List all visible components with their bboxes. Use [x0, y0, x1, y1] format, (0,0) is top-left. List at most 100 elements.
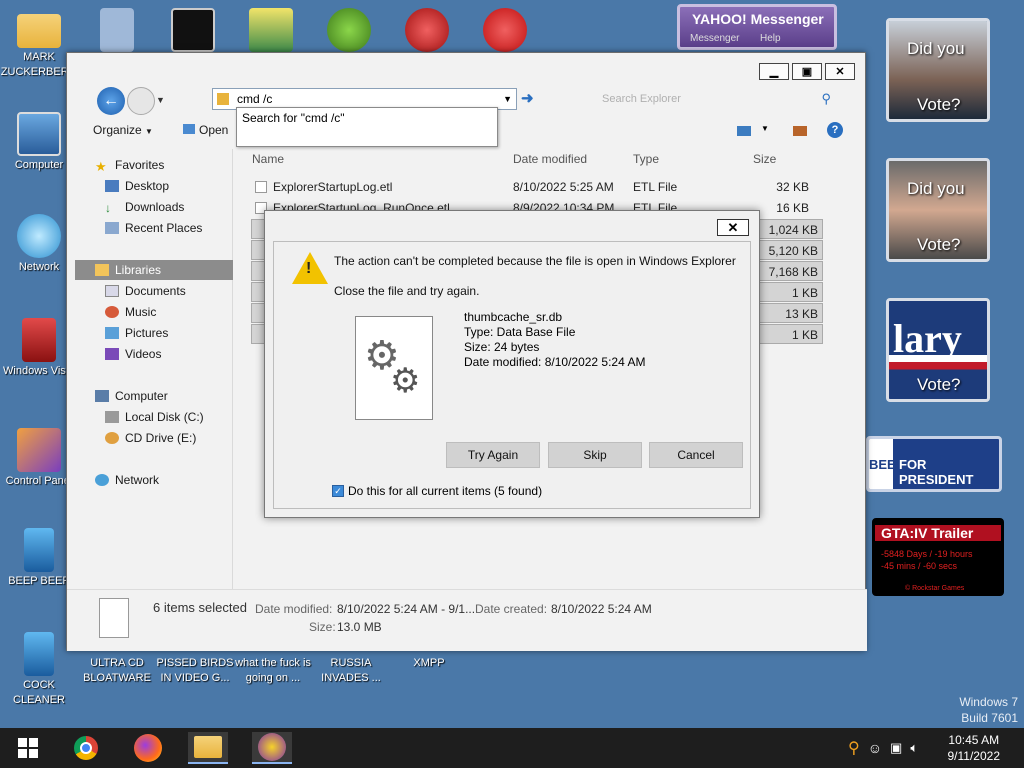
desktop-icon-pissed-birds[interactable]: PISSED BIRDS IN VIDEO G...	[156, 656, 234, 686]
desktop-icon-top-4[interactable]	[310, 8, 388, 54]
dialog-close-button[interactable]: ✕	[717, 219, 749, 236]
nav-downloads[interactable]: ↓ Downloads	[75, 197, 233, 217]
vote-gadget-2[interactable]: Did you Vote?	[886, 158, 990, 262]
nav-label: Music	[125, 305, 157, 319]
minimize-button[interactable]: ▁	[759, 63, 789, 80]
preview-pane-icon[interactable]	[793, 126, 807, 136]
president-text: FOR PRESIDENT	[899, 457, 974, 487]
search-suggestion[interactable]: Search for "cmd /c"	[236, 107, 498, 147]
apply-all-label[interactable]: Do this for all current items (5 found)	[348, 484, 542, 498]
desktop-icon-top-3[interactable]	[232, 8, 310, 54]
column-size[interactable]: Size	[753, 152, 776, 166]
president-gadget[interactable]: BEE FOR PRESIDENT	[866, 436, 1002, 492]
column-date-modified[interactable]: Date modified	[513, 152, 587, 166]
help-icon[interactable]: ?	[827, 122, 843, 138]
date-created-label: Date created:	[475, 602, 548, 616]
view-chevron-icon[interactable]: ▼	[761, 124, 769, 133]
close-button[interactable]: ✕	[825, 63, 855, 80]
nav-computer[interactable]: Computer	[75, 386, 233, 406]
search-icon[interactable]: ⚲	[821, 91, 831, 107]
file-name: ExplorerStartupLog.etl	[273, 180, 393, 194]
date-modified-label: Date modified:	[255, 602, 333, 616]
start-button[interactable]	[8, 732, 48, 764]
try-again-button[interactable]: Try Again	[446, 442, 540, 468]
file-icon	[255, 181, 267, 193]
nav-favorites[interactable]: ★ Favorites	[75, 155, 233, 175]
library-folder-icon	[95, 264, 109, 276]
system-tray: ⚲ ☺ ▣ 🔈︎	[848, 728, 918, 768]
nav-pictures[interactable]: Pictures	[75, 323, 233, 343]
desktop-icon-top-6[interactable]	[466, 8, 544, 54]
nav-music[interactable]: Music	[75, 302, 233, 322]
hard-drive-icon	[105, 411, 119, 423]
desktop-icon-what-the[interactable]: what the fuck is going on ...	[234, 656, 312, 686]
desktop-icon-label: RUSSIA INVADES ...	[321, 657, 381, 684]
nav-label: Desktop	[125, 179, 170, 193]
maximize-button[interactable]: ▣	[792, 63, 822, 80]
file-row[interactable]: ExplorerStartupLog.etl 8/10/2022 5:25 AM…	[251, 177, 823, 197]
network-tray-icon[interactable]: ▣	[890, 740, 902, 756]
gadget-line2: Vote?	[917, 375, 961, 394]
nav-desktop[interactable]: Desktop	[75, 176, 233, 196]
file-in-use-dialog: ✕ ! The action can't be completed becaus…	[264, 210, 760, 518]
nav-documents[interactable]: Documents	[75, 281, 233, 301]
chrome-icon	[72, 734, 100, 762]
file-type: Type: Data Base File	[464, 325, 576, 339]
forward-button[interactable]	[127, 87, 155, 115]
vote-gadget-1[interactable]: Did you Vote?	[886, 18, 990, 122]
back-button[interactable]: ←	[97, 87, 125, 115]
search-box[interactable]: Search Explorer ⚲	[592, 88, 837, 110]
desktop-icon-top-2[interactable]	[154, 8, 232, 54]
nav-cd-drive[interactable]: CD Drive (E:)	[75, 428, 233, 448]
nav-recent-places[interactable]: Recent Places	[75, 218, 233, 238]
videos-icon	[105, 348, 119, 360]
open-label: Open	[199, 123, 229, 137]
size-label: Size:	[309, 620, 336, 634]
file-size: 1,024 KB	[768, 223, 818, 237]
network-icon	[17, 214, 61, 258]
cancel-button[interactable]: Cancel	[649, 442, 743, 468]
search-tray-icon[interactable]: ⚲	[848, 738, 860, 758]
desktop-icon-top-1[interactable]	[78, 8, 156, 54]
yahoo-messenger-gadget[interactable]: YAHOO! Messenger Messenger Help	[677, 4, 837, 50]
firefox-taskbar-button[interactable]	[128, 732, 168, 764]
desktop-icon-russia[interactable]: RUSSIA INVADES ...	[312, 656, 390, 686]
view-options-icon[interactable]	[737, 126, 751, 136]
desktop-icon-label: what the fuck is going on ...	[235, 657, 311, 684]
recent-pages-chevron-icon[interactable]: ▼	[156, 95, 165, 105]
desktop-icon-top-5[interactable]	[388, 8, 466, 54]
skip-button[interactable]: Skip	[548, 442, 642, 468]
desktop-icon-ultra-cd[interactable]: ULTRA CD BLOATWARE	[78, 656, 156, 686]
volume-tray-icon[interactable]: 🔈︎	[910, 740, 918, 756]
gta-gadget[interactable]: GTA:IV Trailer -5848 Days / -19 hours -4…	[872, 518, 1004, 596]
nav-network[interactable]: Network	[75, 470, 233, 490]
folder-icon	[17, 14, 61, 48]
emoji-tray-icon[interactable]: ☺	[868, 740, 882, 756]
search-input[interactable]: Search Explorer	[602, 93, 681, 105]
chrome-taskbar-button[interactable]	[66, 732, 106, 764]
nav-local-disk[interactable]: Local Disk (C:)	[75, 407, 233, 427]
desktop-icon-xmpp[interactable]: XMPP	[390, 656, 468, 671]
pictures-icon	[105, 327, 119, 339]
gta-line1: -5848 Days / -19 hours	[881, 549, 973, 559]
organize-button[interactable]: Organize ▼	[93, 123, 153, 137]
open-button[interactable]: Open	[183, 123, 228, 137]
download-icon: ↓	[105, 201, 111, 215]
explorer-taskbar-button[interactable]	[188, 732, 228, 764]
nav-videos[interactable]: Videos	[75, 344, 233, 364]
go-arrow-icon[interactable]: ➜	[521, 89, 534, 107]
file-date: 8/10/2022 5:25 AM	[513, 180, 614, 194]
apply-all-checkbox[interactable]: ✓	[332, 485, 344, 497]
windows-watermark: Windows 7 Build 7601	[959, 694, 1018, 726]
address-dropdown-chevron-icon[interactable]: ▼	[503, 94, 512, 104]
address-input[interactable]: cmd /c	[237, 92, 272, 106]
nav-libraries[interactable]: Libraries	[75, 260, 233, 280]
nav-label: Pictures	[125, 326, 169, 340]
gadget-line2: Vote?	[917, 235, 961, 254]
column-name[interactable]: Name	[252, 152, 284, 166]
nav-label: CD Drive (E:)	[125, 431, 197, 445]
clock[interactable]: 10:45 AM 9/11/2022	[948, 732, 1001, 764]
yahoo-taskbar-button[interactable]	[252, 732, 292, 764]
column-type[interactable]: Type	[633, 152, 659, 166]
vote-gadget-3[interactable]: lary Vote?	[886, 298, 990, 402]
